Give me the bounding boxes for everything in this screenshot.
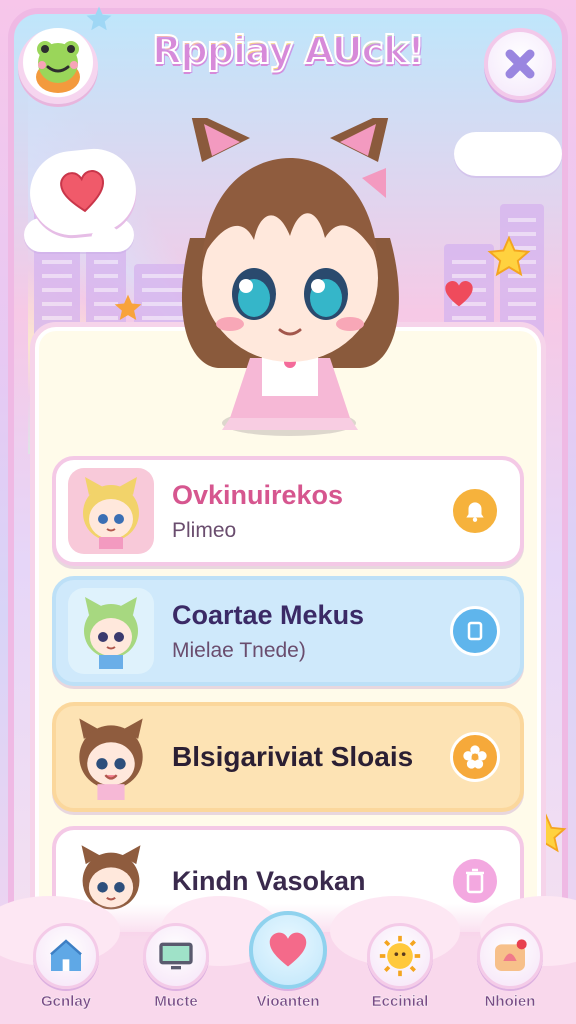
bell-button[interactable] xyxy=(450,486,500,536)
heart-icon xyxy=(269,932,307,967)
list-item[interactable]: Blsigariviat Sloais xyxy=(52,702,524,812)
monitor-icon xyxy=(159,942,193,970)
nav-item-sun[interactable]: Eccinial xyxy=(352,923,448,1010)
trash-icon xyxy=(466,868,484,894)
brown-hair-cat-girl-avatar xyxy=(68,714,154,800)
heart-decoration-icon xyxy=(445,280,473,307)
heart-icon xyxy=(60,170,105,213)
bell-icon xyxy=(466,502,484,522)
nav-label: Vioanten xyxy=(256,993,320,1010)
trash-button[interactable] xyxy=(450,856,500,906)
nav-label: Gcnlay xyxy=(40,993,92,1010)
nav-label: Mucte xyxy=(154,993,198,1010)
copy-icon xyxy=(467,621,483,641)
close-button[interactable] xyxy=(484,28,556,100)
flower-icon xyxy=(463,745,487,769)
nav-item-home[interactable]: Gcnlay xyxy=(18,923,114,1010)
star-icon xyxy=(114,294,142,320)
list-item[interactable]: Coartae Mekus Mielae Tnede) xyxy=(52,576,524,686)
nav-item-notifications[interactable]: Nhoien xyxy=(462,923,558,1010)
bell-box-icon xyxy=(495,939,527,971)
nav-item-favorites[interactable]: Vioanten xyxy=(240,911,336,1010)
copy-button[interactable] xyxy=(450,606,500,656)
app-title: Rppiay AUck! xyxy=(110,27,466,73)
green-hair-cat-girl-avatar xyxy=(68,588,154,674)
sun-icon xyxy=(379,935,421,977)
flower-button[interactable] xyxy=(450,732,500,782)
star-icon xyxy=(86,6,112,31)
star-icon xyxy=(487,235,531,277)
hero-character[interactable] xyxy=(150,110,430,438)
cloud-decoration xyxy=(454,132,562,176)
item-title: Coartae Mekus xyxy=(172,599,365,630)
item-subtitle: Mielae Tnede) xyxy=(172,639,306,663)
frog-mascot-icon[interactable] xyxy=(18,28,98,104)
home-icon xyxy=(50,939,82,971)
bottom-nav: Gcnlay Mucte Vioanten Eccinial Nhoien xyxy=(0,896,576,1024)
item-subtitle: Plimeo xyxy=(172,519,237,543)
close-x-icon xyxy=(505,49,535,79)
item-title: Kindn Vasokan xyxy=(172,865,366,896)
nav-item-monitor[interactable]: Mucte xyxy=(128,923,224,1010)
item-title: Ovkinuirekos xyxy=(172,479,344,510)
nav-label: Eccinial xyxy=(371,993,429,1010)
nav-label: Nhoien xyxy=(484,993,536,1010)
item-title: Blsigariviat Sloais xyxy=(172,741,414,773)
list-item[interactable]: Ovkinuirekos Plimeo xyxy=(52,456,524,566)
blonde-cat-girl-avatar xyxy=(68,468,154,554)
